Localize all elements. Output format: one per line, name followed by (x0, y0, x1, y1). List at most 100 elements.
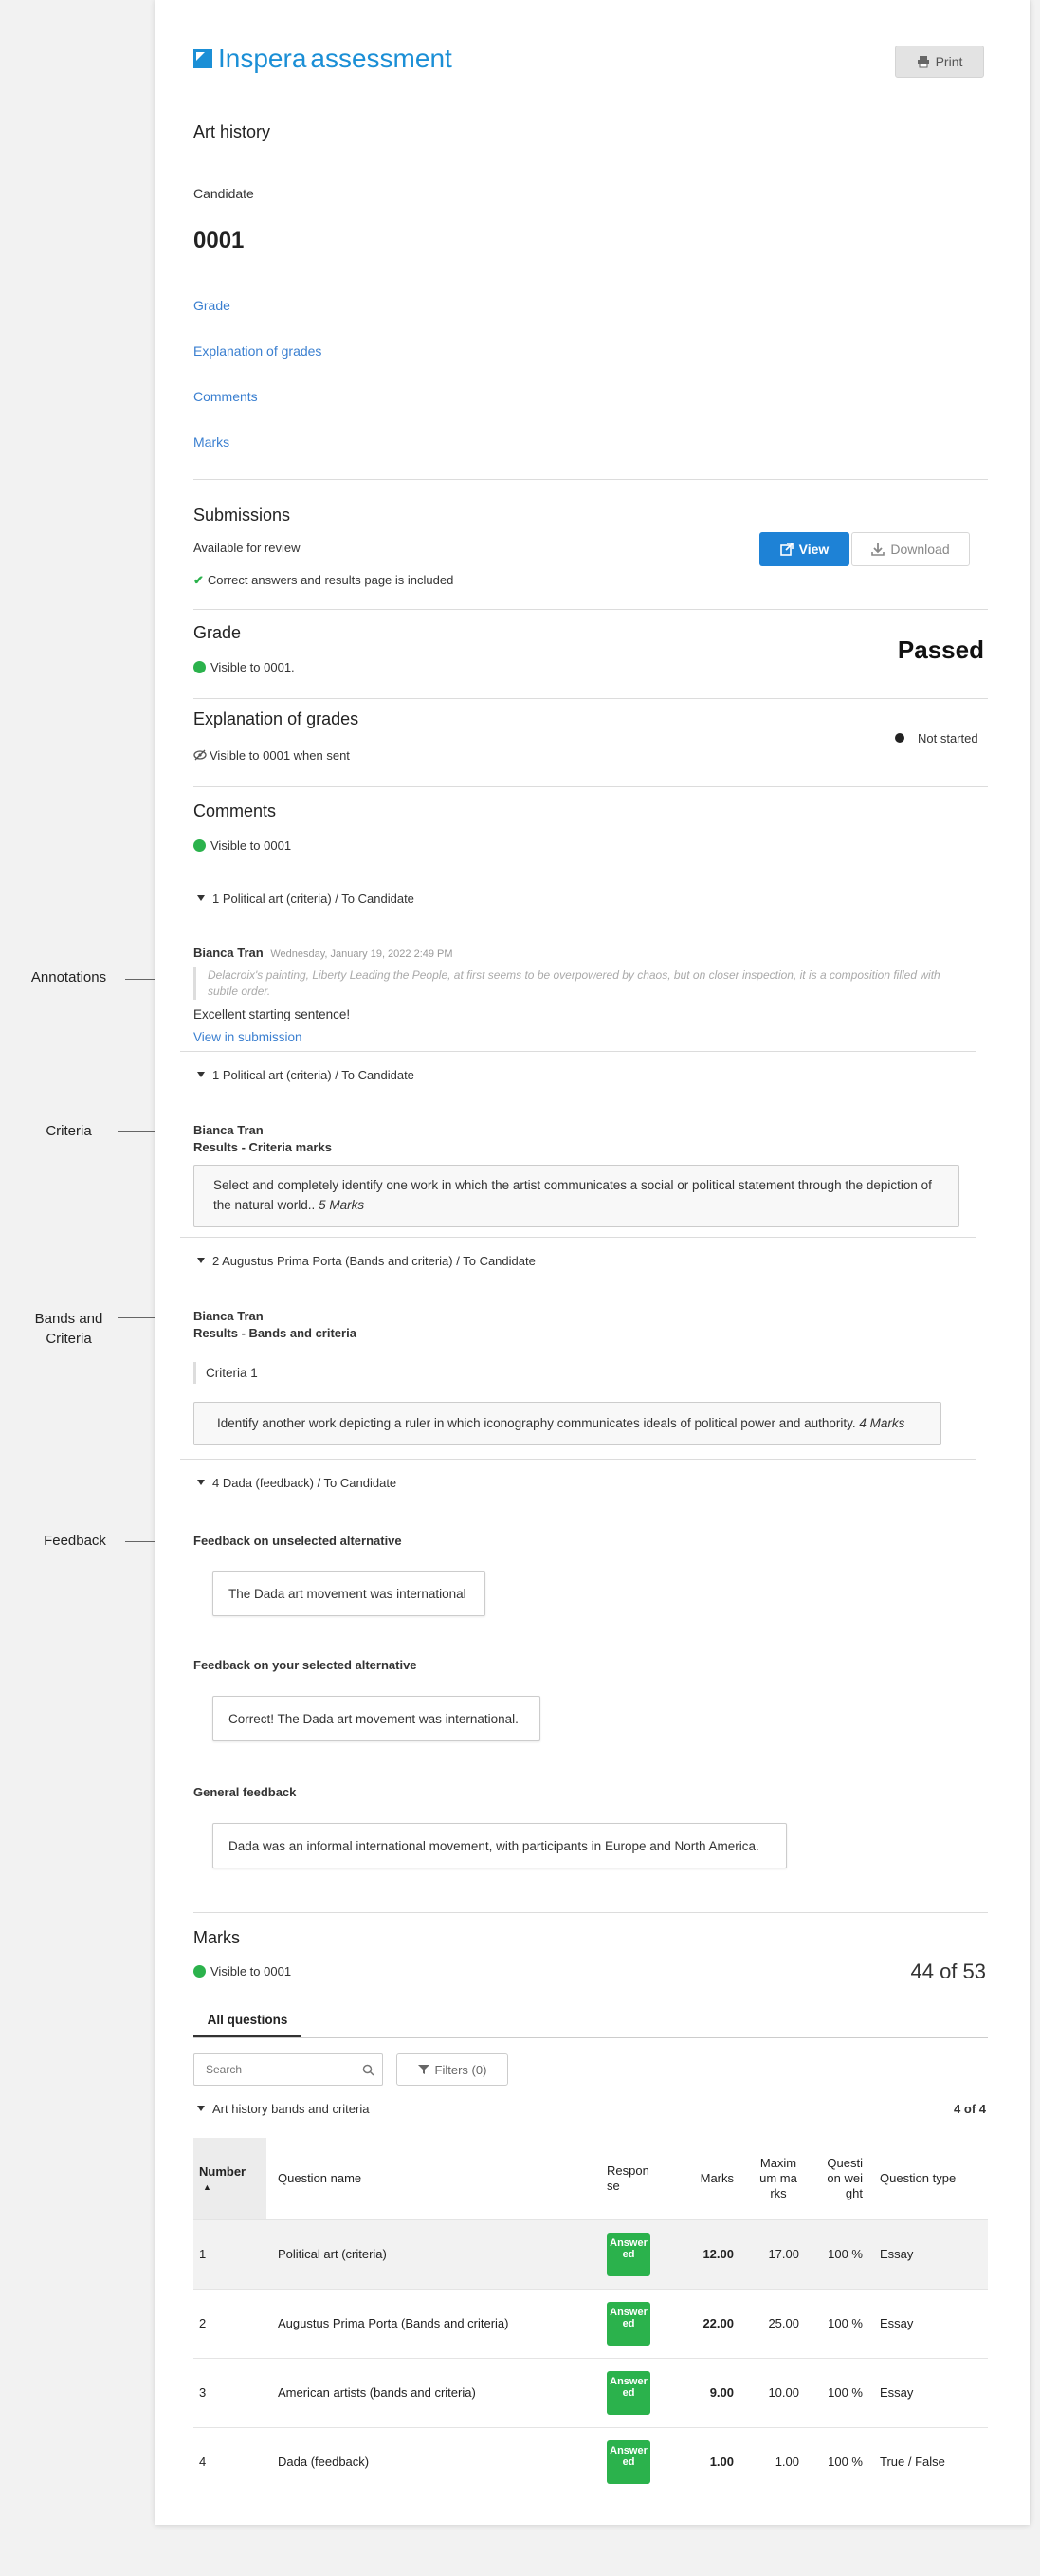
column-header-number[interactable]: Number ▲ (193, 2138, 266, 2219)
cell-marks: 9.00 (709, 2385, 734, 2400)
download-button[interactable]: Download (851, 532, 970, 566)
comment-subtitle: Results - Criteria marks (193, 1140, 332, 1154)
divider (193, 609, 988, 610)
divider (180, 1237, 976, 1238)
comment-section-title: 4 Dada (feedback) / To Candidate (212, 1476, 397, 1490)
filters-button[interactable]: Filters (0) (396, 2053, 508, 2086)
divider (180, 1459, 976, 1460)
answered-badge: Answered (607, 2370, 650, 2415)
grade-visibility: Visible to 0001. (193, 660, 295, 674)
grade-value: Passed (897, 635, 984, 664)
cell-number: 4 (199, 2455, 207, 2470)
comment-author-name: Bianca Tran (193, 946, 264, 960)
visible-status-icon (193, 1965, 206, 1978)
filter-icon (417, 2065, 429, 2074)
divider (193, 698, 988, 699)
general-feedback-label: General feedback (193, 1785, 297, 1799)
answered-badge: Answered (607, 2232, 650, 2276)
comment-section-title: 2 Augustus Prima Porta (Bands and criter… (212, 1254, 536, 1268)
logo: Inspera assessment (193, 44, 452, 74)
table-header-row: Number ▲ Question name Response Marks Max… (193, 2138, 988, 2219)
question-group-toggle[interactable]: Art history bands and criteria (197, 2102, 369, 2116)
explanation-heading: Explanation of grades (193, 709, 359, 728)
general-feedback-box: Dada was an informal international movem… (212, 1823, 787, 1868)
column-header-response[interactable]: Response (601, 2138, 672, 2219)
question-group-count: 4 of 4 (954, 2102, 986, 2116)
search-input[interactable] (204, 2054, 359, 2085)
nav-link-explanation[interactable]: Explanation of grades (193, 343, 321, 359)
column-header-question-type[interactable]: Question type (867, 2138, 988, 2219)
table-row[interactable]: 3 American artists (bands and criteria) … (193, 2358, 988, 2427)
view-in-submission-link[interactable]: View in submission (193, 1030, 302, 1044)
cell-response: Answered (601, 2289, 672, 2358)
column-header-label: Question type (880, 2171, 957, 2186)
candidate-id: 0001 (193, 228, 245, 253)
comments-heading: Comments (193, 801, 277, 820)
comment-section-toggle[interactable]: 2 Augustus Prima Porta (Bands and criter… (197, 1254, 536, 1268)
tab-all-questions[interactable]: All questions (193, 2006, 301, 2038)
caret-down-icon (197, 1072, 205, 1077)
feedback-unselected-label: Feedback on unselected alternative (193, 1534, 402, 1548)
print-button[interactable]: Print (895, 46, 984, 78)
column-header-marks[interactable]: Marks (672, 2138, 738, 2219)
table-row[interactable]: 4 Dada (feedback) Answered 1.00 1.00 100… (193, 2427, 988, 2496)
download-icon (871, 543, 885, 556)
comment-section-toggle[interactable]: 1 Political art (criteria) / To Candidat… (197, 892, 414, 906)
cell-question-name: Dada (feedback) (278, 2455, 370, 2470)
column-header-question-weight[interactable]: Question weight (803, 2138, 867, 2219)
table-row[interactable]: 2 Augustus Prima Porta (Bands and criter… (193, 2289, 988, 2358)
bands-criteria-box: Identify another work depicting a ruler … (193, 1402, 941, 1445)
column-header-label: Question name (278, 2171, 362, 2186)
search-icon[interactable] (362, 2064, 374, 2076)
column-header-label: Maximum marks (759, 2155, 797, 2200)
margin-label-bands-line1: Bands and (34, 1311, 103, 1327)
cell-number: 1 (199, 2247, 207, 2261)
comment-section-toggle[interactable]: 1 Political art (criteria) / To Candidat… (197, 1068, 414, 1082)
column-header-question-name[interactable]: Question name (266, 2138, 601, 2219)
marks-heading: Marks (193, 1928, 240, 1947)
divider (193, 786, 988, 787)
view-label: View (798, 542, 830, 557)
cell-number: 3 (199, 2385, 207, 2400)
column-header-maximum-marks[interactable]: Maximum marks (738, 2138, 803, 2219)
logo-icon (193, 49, 212, 68)
marks-visibility: Visible to 0001 (193, 1964, 291, 1978)
nav-link-comments[interactable]: Comments (193, 389, 258, 404)
annotation-quote: Delacroix's painting, Liberty Leading th… (193, 967, 947, 1000)
margin-label-bands: Bands and Criteria (14, 1309, 123, 1349)
cell-response: Answered (601, 2427, 672, 2496)
visible-status-icon (193, 661, 206, 673)
submissions-status: Available for review (193, 541, 301, 555)
search-box (193, 2053, 383, 2086)
feedback-selected-box: Correct! The Dada art movement was inter… (212, 1696, 540, 1741)
table-row[interactable]: 1 Political art (criteria) Answered 12.0… (193, 2219, 988, 2289)
test-title: Art history (193, 122, 271, 141)
logo-product: assessment (310, 44, 452, 73)
cell-question-type: Essay (880, 2247, 914, 2261)
comment-text: Excellent starting sentence! (193, 1007, 351, 1021)
nav-link-grade[interactable]: Grade (193, 298, 230, 313)
cell-question-weight: 100 % (828, 2385, 863, 2400)
nav-link-marks[interactable]: Marks (193, 434, 229, 450)
grade-visibility-text: Visible to 0001. (210, 660, 295, 674)
comments-visibility: Visible to 0001 (193, 838, 291, 853)
comment-section-title: 1 Political art (criteria) / To Candidat… (212, 892, 414, 906)
printer-icon (917, 56, 929, 68)
comment-timestamp: Wednesday, January 19, 2022 2:49 PM (270, 948, 453, 960)
question-group-title: Art history bands and criteria (212, 2102, 370, 2116)
cell-marks: 1.00 (709, 2455, 734, 2470)
comment-section-toggle[interactable]: 4 Dada (feedback) / To Candidate (197, 1476, 396, 1490)
criteria-label: Criteria 1 (193, 1362, 267, 1384)
column-header-label: Marks (700, 2171, 734, 2186)
comment-author-name: Bianca Tran (193, 1309, 264, 1323)
caret-down-icon (197, 1480, 205, 1485)
check-icon: ✔ (193, 573, 204, 587)
caret-down-icon (197, 2106, 205, 2111)
marks-total: 44 of 53 (910, 1960, 986, 1983)
divider (193, 1912, 988, 1913)
submissions-included: ✔ Correct answers and results page is inc… (193, 573, 453, 588)
sort-ascending-icon: ▲ (203, 2181, 211, 2192)
cell-question-name: American artists (bands and criteria) (278, 2385, 476, 2400)
marks-table-body: 1 Political art (criteria) Answered 12.0… (193, 2219, 988, 2496)
view-button[interactable]: View (759, 532, 849, 566)
